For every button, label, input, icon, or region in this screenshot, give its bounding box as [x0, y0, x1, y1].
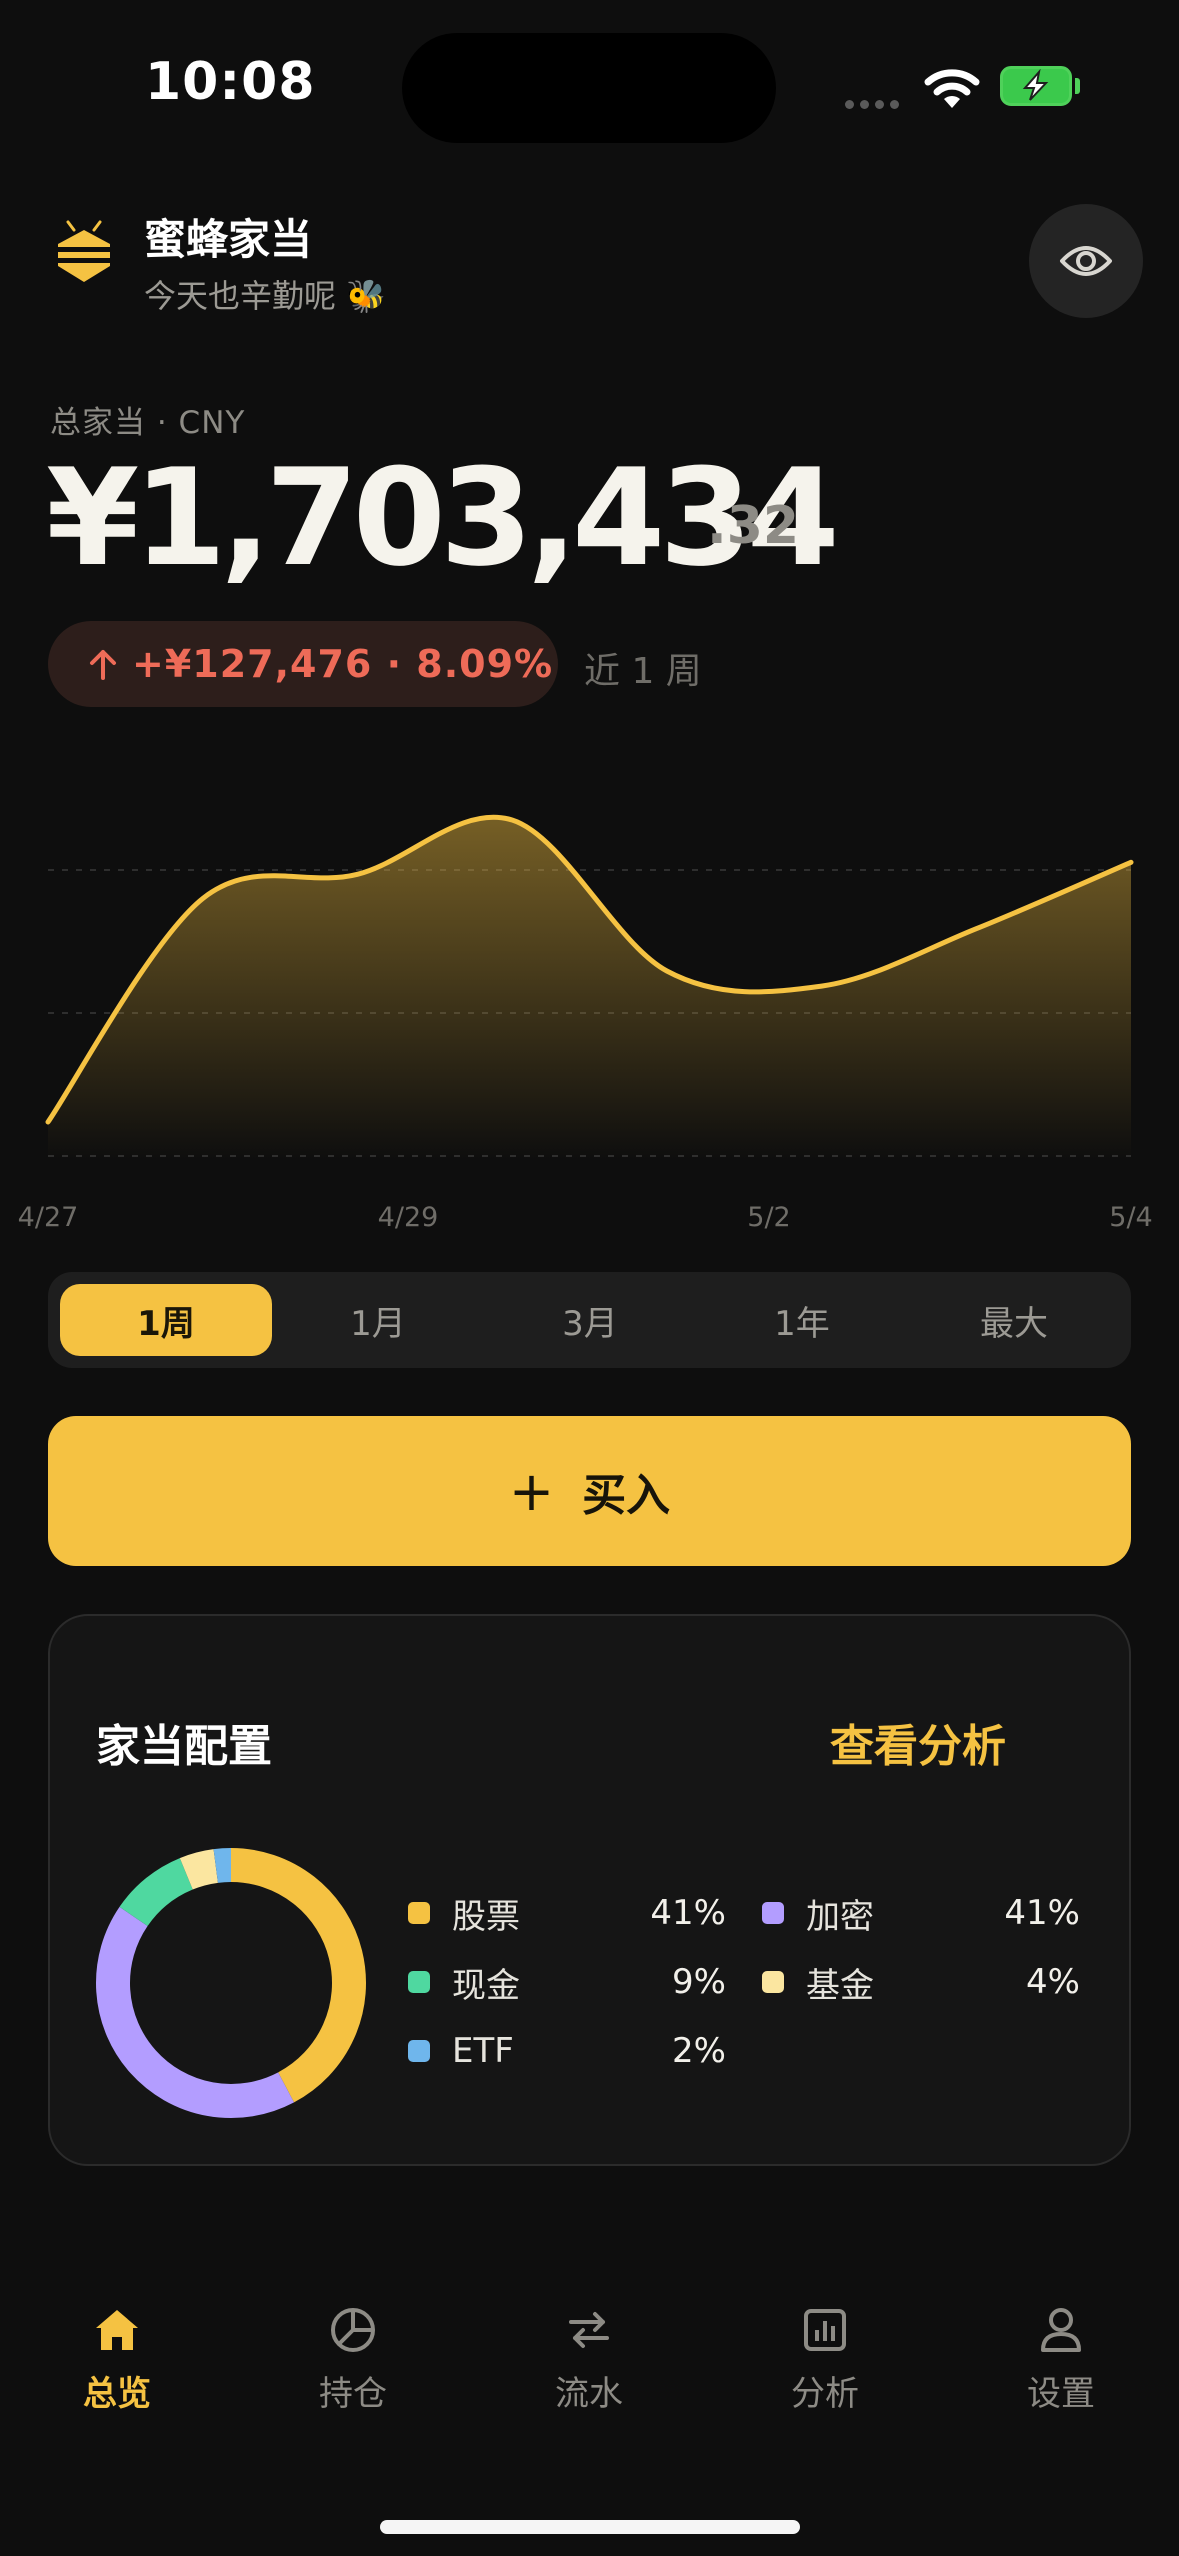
period-selector: 1周 1月 3月 1年 最大 — [48, 1272, 1131, 1368]
period-option-4[interactable]: 最大 — [908, 1284, 1120, 1356]
allocation-title: 家当配置 — [96, 1721, 272, 1772]
transfer-icon — [499, 2300, 679, 2360]
tab-item-4[interactable]: 设置 — [971, 2300, 1151, 2415]
tab-label: 分析 — [791, 2374, 859, 2414]
chart-point-4-30 — [509, 817, 515, 823]
app-title: 蜜蜂家当 — [144, 215, 313, 264]
legend-item: 加密 41% — [762, 1888, 1080, 1938]
allocation-donut-chart — [96, 1848, 366, 2118]
chart-point-4-29 — [354, 871, 360, 877]
buy-button-label: 买入 — [582, 1470, 671, 1521]
chart-point-5-4 — [1128, 859, 1134, 865]
total-assets-label: 总家当 · CNY — [50, 405, 246, 441]
analytics-icon — [735, 2300, 915, 2360]
battery-cap — [1075, 78, 1080, 94]
period-option-2[interactable]: 3月 — [484, 1284, 696, 1356]
change-period: 近 1 周 — [584, 651, 702, 692]
tab-label: 持仓 — [319, 2374, 387, 2414]
bee-logo-icon — [54, 220, 114, 290]
chart-point-5-1 — [664, 968, 670, 974]
period-option-1[interactable]: 1月 — [272, 1284, 484, 1356]
cellular-signal-icon — [845, 94, 905, 109]
dynamic-island — [402, 33, 776, 143]
eye-icon — [1060, 246, 1112, 276]
chart-point-5-2 — [819, 983, 825, 989]
tab-label: 流水 — [555, 2374, 623, 2414]
chart-x-tick: 5/4 — [1109, 1202, 1152, 1233]
total-balance-decimal: .32 — [707, 496, 800, 556]
legend-swatch — [408, 1902, 430, 1924]
change-amount: +¥127,476 · 8.09% — [132, 642, 554, 686]
chart-area — [48, 817, 1131, 1160]
tab-item-1[interactable]: 持仓 — [263, 2300, 443, 2415]
chart-x-tick: 4/27 — [18, 1202, 79, 1233]
app-subtitle: 今天也辛勤呢 🐝 — [144, 277, 387, 315]
legend-name: ETF — [452, 2031, 514, 2071]
period-option-3[interactable]: 1年 — [696, 1284, 908, 1356]
legend-percent: 9% — [672, 1962, 726, 2002]
wifi-icon — [924, 68, 980, 114]
legend-percent: 41% — [1004, 1893, 1080, 1933]
legend-item: 现金 9% — [408, 1957, 726, 2007]
legend-name: 股票 — [452, 1896, 520, 1937]
toggle-visibility-button[interactable] — [1029, 204, 1143, 318]
tab-item-0[interactable]: 总览 — [27, 2300, 207, 2415]
change-badge: +¥127,476 · 8.09% — [48, 621, 558, 707]
legend-percent: 4% — [1026, 1962, 1080, 2002]
legend-swatch — [408, 1971, 430, 1993]
period-option-0[interactable]: 1周 — [60, 1284, 272, 1356]
chart-point-4-28 — [200, 896, 206, 902]
legend-name: 基金 — [806, 1965, 874, 2006]
donut-slice — [213, 1848, 232, 1883]
legend-swatch — [762, 1902, 784, 1924]
pie-icon — [263, 2300, 443, 2360]
tab-label: 设置 — [1027, 2374, 1095, 2414]
legend-swatch — [408, 2040, 430, 2062]
person-icon — [971, 2300, 1151, 2360]
legend-item: ETF 2% — [408, 2026, 726, 2076]
view-analysis-link[interactable]: 查看分析 — [830, 1710, 1006, 1774]
donut-slice — [96, 1906, 295, 2118]
donut-slice — [119, 1858, 194, 1927]
balance-chart[interactable]: 4/27 4/29 5/2 5/4 — [0, 760, 1179, 1240]
legend-percent: 41% — [650, 1893, 726, 1933]
legend-item: 股票 41% — [408, 1888, 726, 1938]
tab-item-3[interactable]: 分析 — [735, 2300, 915, 2415]
legend-swatch — [762, 1971, 784, 1993]
plus-icon: + — [508, 1459, 555, 1523]
home-icon — [27, 2300, 207, 2360]
chart-point-5-3 — [973, 926, 979, 932]
buy-button[interactable]: + 买入 — [48, 1416, 1131, 1566]
chart-point-4-27 — [45, 1119, 51, 1125]
chart-x-tick: 5/2 — [747, 1202, 790, 1233]
tab-label: 总览 — [83, 2374, 151, 2414]
status-time: 10:08 — [145, 52, 316, 112]
chart-x-tick: 4/29 — [378, 1202, 439, 1233]
legend-item: 基金 4% — [762, 1957, 1080, 2007]
donut-slice — [179, 1849, 219, 1890]
legend-name: 现金 — [452, 1965, 520, 2006]
legend-percent: 2% — [672, 2031, 726, 2071]
home-indicator — [380, 2520, 800, 2534]
tab-item-2[interactable]: 流水 — [499, 2300, 679, 2415]
legend-name: 加密 — [806, 1896, 874, 1937]
arrow-up-icon — [90, 650, 116, 680]
donut-slice — [230, 1848, 366, 2103]
battery-icon — [1000, 66, 1072, 106]
